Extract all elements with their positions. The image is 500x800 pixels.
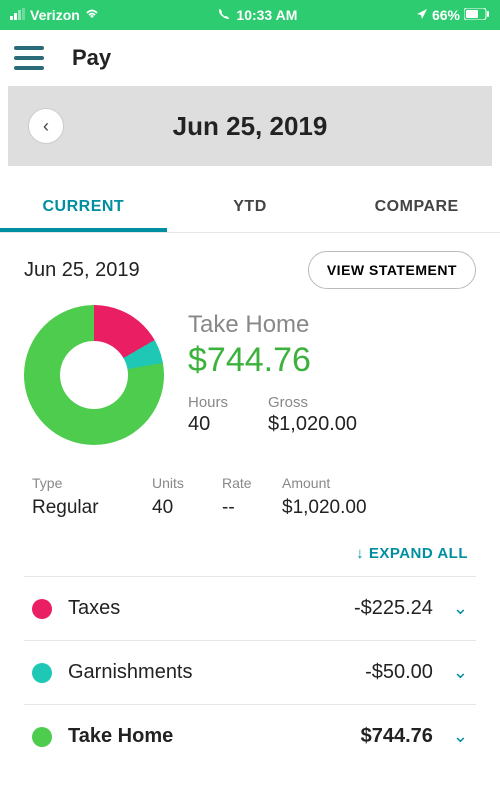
td-units: 40 <box>152 497 222 519</box>
tabs: CURRENT YTD COMPARE <box>0 186 500 233</box>
li-label: Garnishments <box>68 661 323 684</box>
tab-ytd[interactable]: YTD <box>167 186 334 232</box>
date-navigator: ‹ Jun 25, 2019 <box>8 86 492 166</box>
page-title: Pay <box>72 45 111 71</box>
expand-all-label: EXPAND ALL <box>369 545 468 562</box>
gross-label: Gross <box>268 394 357 411</box>
dot-icon <box>32 727 52 747</box>
carrier-label: Verizon <box>30 7 80 23</box>
li-amount: -$50.00 <box>323 661 433 684</box>
status-bar: Verizon 10:33 AM 66% <box>0 0 500 30</box>
td-amount: $1,020.00 <box>282 497 468 519</box>
status-time: 10:33 AM <box>236 7 297 23</box>
chevron-down-icon[interactable]: ⌄ <box>453 726 468 747</box>
dot-icon <box>32 663 52 683</box>
list-item-taxes[interactable]: Taxes -$225.24 ⌄ <box>24 576 476 640</box>
li-label: Taxes <box>68 597 323 620</box>
app-header: Pay <box>0 30 500 86</box>
take-home-amount: $744.76 <box>188 341 357 380</box>
earnings-table: Type Regular Units 40 Rate -- Amount $1,… <box>32 475 468 519</box>
td-rate: -- <box>222 497 282 519</box>
chevron-down-icon[interactable]: ⌄ <box>453 598 468 619</box>
th-amount: Amount <box>282 475 468 491</box>
view-statement-button[interactable]: VIEW STATEMENT <box>308 251 476 289</box>
selected-date: Jun 25, 2019 <box>28 111 472 142</box>
td-type: Regular <box>32 497 152 519</box>
li-amount: -$225.24 <box>323 597 433 620</box>
li-label: Take Home <box>68 725 323 748</box>
battery-percent: 66% <box>432 7 460 23</box>
breakdown-list: Taxes -$225.24 ⌄ Garnishments -$50.00 ⌄ … <box>24 576 476 768</box>
take-home-label: Take Home <box>188 311 357 339</box>
hours-value: 40 <box>188 413 228 436</box>
hours-label: Hours <box>188 394 228 411</box>
battery-icon <box>464 7 490 23</box>
th-rate: Rate <box>222 475 282 491</box>
li-amount: $744.76 <box>323 725 433 748</box>
chevron-down-icon[interactable]: ⌄ <box>453 662 468 683</box>
gross-value: $1,020.00 <box>268 413 357 436</box>
th-units: Units <box>152 475 222 491</box>
tab-current[interactable]: CURRENT <box>0 186 167 232</box>
signal-icon <box>10 7 26 23</box>
tab-compare[interactable]: COMPARE <box>333 186 500 232</box>
pay-donut-chart <box>24 305 164 445</box>
list-item-take-home[interactable]: Take Home $744.76 ⌄ <box>24 704 476 768</box>
list-item-garnishments[interactable]: Garnishments -$50.00 ⌄ <box>24 640 476 704</box>
hamburger-menu-icon[interactable] <box>14 46 44 70</box>
dot-icon <box>32 599 52 619</box>
paycheck-date: Jun 25, 2019 <box>24 259 140 282</box>
arrow-down-icon: ↓ <box>356 545 364 562</box>
phone-icon <box>218 7 230 23</box>
expand-all-button[interactable]: ↓ EXPAND ALL <box>24 545 468 562</box>
location-icon <box>416 7 428 23</box>
th-type: Type <box>32 475 152 491</box>
wifi-icon <box>84 7 100 23</box>
